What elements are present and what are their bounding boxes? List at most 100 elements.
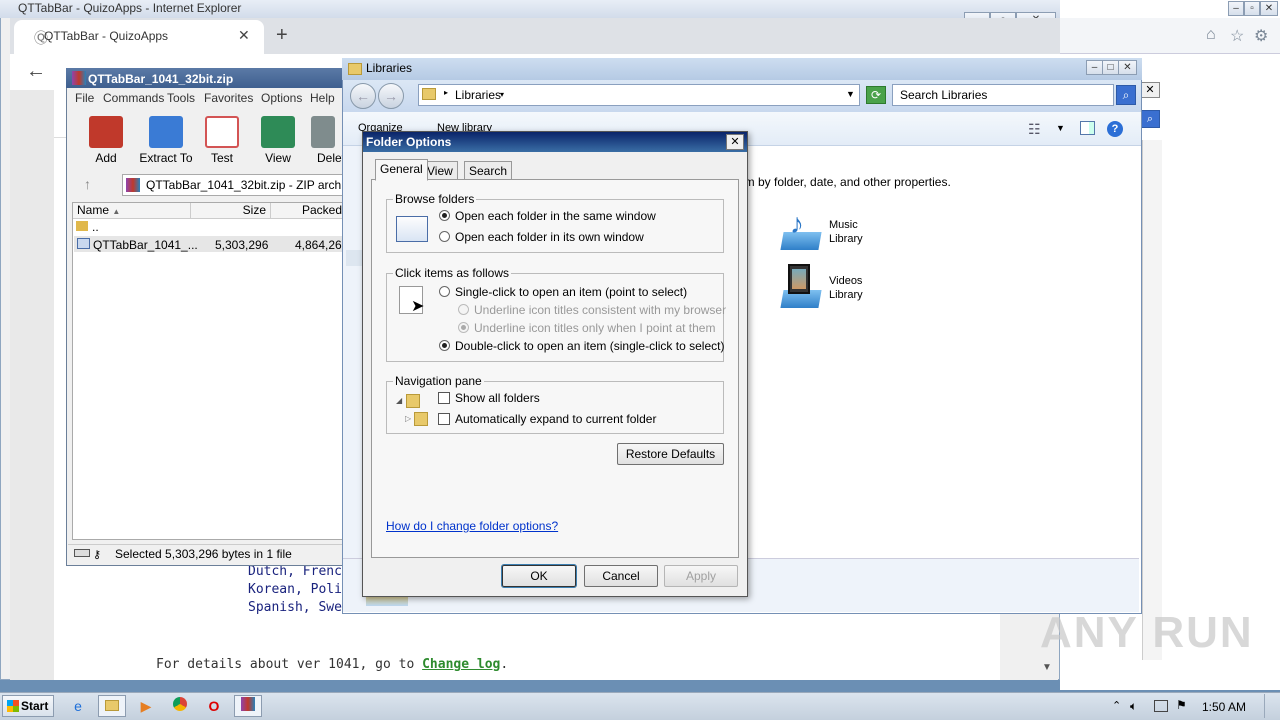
explorer-taskbar-icon[interactable]	[98, 695, 126, 717]
videos-library-name[interactable]: Videos	[829, 274, 862, 288]
menu-help[interactable]: Help	[310, 91, 335, 105]
address-dropdown-icon[interactable]: ▾	[500, 90, 504, 99]
zip-file-icon	[126, 178, 140, 192]
winrar-taskbar-icon[interactable]	[234, 695, 262, 717]
row-name: QTTabBar_1041_...	[93, 238, 198, 252]
radio-double-click[interactable]	[439, 340, 450, 351]
browse-folders-group	[386, 199, 724, 253]
parent-folder-icon	[76, 221, 88, 231]
double-click-label[interactable]: Double-click to open an item (single-cli…	[455, 339, 724, 353]
ok-button[interactable]: OK	[501, 564, 577, 588]
single-click-label[interactable]: Single-click to open an item (point to s…	[455, 285, 687, 299]
add-archive-icon	[89, 116, 123, 148]
delete-button[interactable]: Delet	[300, 116, 346, 172]
taskbar-clock[interactable]: 1:50 AM	[1202, 700, 1246, 714]
help-link[interactable]: How do I change folder options?	[386, 519, 558, 533]
view-options-icon[interactable]: ☷	[1028, 121, 1041, 138]
row-size: 5,303,296	[215, 238, 269, 252]
new-tab-button[interactable]: +	[276, 24, 288, 47]
preview-pane-icon[interactable]	[1080, 121, 1095, 135]
restore-defaults-button[interactable]: Restore Defaults	[617, 443, 724, 465]
libraries-folder-icon	[348, 63, 362, 75]
scroll-down-arrow-icon[interactable]: ▼	[1042, 662, 1052, 673]
back-arrow-icon[interactable]: ←	[26, 60, 46, 83]
tab-general[interactable]: General	[375, 159, 428, 181]
address-text: Libraries	[455, 88, 502, 102]
column-packed-header[interactable]: Packed	[271, 203, 345, 219]
menu-commands[interactable]: Commands	[103, 91, 164, 105]
menu-options[interactable]: Options	[261, 91, 302, 105]
radio-own-window[interactable]	[439, 231, 450, 242]
lib-forward-icon[interactable]: →	[378, 83, 404, 109]
ie-taskbar-icon[interactable]: e	[64, 695, 92, 717]
status-text: Selected 5,303,296 bytes in 1 file	[115, 547, 292, 561]
sort-up-icon: ▲	[112, 207, 121, 216]
media-player-taskbar-icon[interactable]: ▶	[132, 695, 160, 717]
lib-minimize-button[interactable]: –	[1086, 60, 1103, 75]
auto-expand-label[interactable]: Automatically expand to current folder	[455, 412, 656, 426]
outer-minimize-button[interactable]: –	[1228, 1, 1244, 16]
outer-close-button[interactable]: ✕	[1260, 1, 1278, 16]
up-arrow-icon[interactable]: ↑	[84, 176, 91, 192]
add-button[interactable]: Add	[74, 116, 138, 172]
tray-expand-icon[interactable]: ⌃	[1112, 699, 1121, 712]
show-all-folders-checkbox[interactable]	[438, 392, 450, 404]
show-desktop-button[interactable]	[1264, 694, 1278, 718]
tab-search[interactable]: Search	[464, 161, 513, 181]
menu-file[interactable]: File	[75, 91, 94, 105]
settings-gear-icon[interactable]: ⚙	[1254, 26, 1268, 46]
cancel-button[interactable]: Cancel	[584, 565, 658, 587]
test-button[interactable]: Test	[190, 116, 254, 172]
search-icon[interactable]: ⌕	[1116, 85, 1136, 105]
details-text: For details about ver 1041, go to Change…	[156, 657, 508, 672]
show-all-folders-label[interactable]: Show all folders	[455, 391, 540, 405]
table-row[interactable]: ..	[92, 220, 99, 234]
navigation-pane-group	[386, 381, 724, 434]
menu-favorites[interactable]: Favorites	[204, 91, 253, 105]
refresh-icon[interactable]: ⟳	[866, 86, 886, 104]
tree-collapsed-icon: ▷	[405, 414, 412, 423]
column-name-header[interactable]: Name ▲	[73, 203, 191, 219]
opera-taskbar-icon[interactable]: O	[200, 695, 228, 717]
action-center-flag-icon[interactable]: ⚑	[1176, 698, 1187, 712]
auto-expand-checkbox[interactable]	[438, 413, 450, 425]
own-window-label[interactable]: Open each folder in its own window	[455, 230, 644, 244]
ie-window-title: QTTabBar - QuizoApps - Internet Explorer	[18, 1, 242, 15]
home-icon[interactable]: ⌂	[1206, 26, 1216, 44]
nav-pane-selected[interactable]	[346, 250, 362, 266]
menu-tools[interactable]: Tools	[167, 91, 195, 105]
anyrun-watermark: ANY RUN	[1040, 608, 1254, 657]
volume-icon[interactable]: 🔈︎	[1130, 699, 1137, 714]
lib-back-icon[interactable]: ←	[350, 83, 376, 109]
music-library-name[interactable]: Music	[829, 218, 858, 232]
tab-close-icon[interactable]: ✕	[238, 27, 250, 44]
test-clipboard-icon	[205, 116, 239, 148]
address-history-icon[interactable]: ▼	[846, 89, 855, 99]
column-name-label: Name	[77, 203, 110, 217]
videos-library-icon[interactable]	[778, 264, 822, 310]
apply-button: Apply	[664, 565, 738, 587]
side-search-icon[interactable]: ⌕	[1140, 110, 1160, 128]
help-icon[interactable]: ?	[1107, 121, 1123, 137]
start-button[interactable]: Start	[2, 695, 54, 717]
column-size-header[interactable]: Size	[191, 203, 271, 219]
music-library-icon[interactable]: ♪	[778, 208, 822, 252]
outer-restore-button[interactable]: ▫	[1244, 1, 1260, 16]
address-chevron-icon[interactable]: ▸	[444, 88, 448, 97]
changelog-link[interactable]: Change log	[422, 657, 500, 672]
search-placeholder: Search Libraries	[900, 88, 988, 102]
archive-path-text: QTTabBar_1041_32bit.zip - ZIP archive,	[146, 178, 360, 192]
extract-to-label: Extract To	[139, 151, 193, 165]
same-window-label[interactable]: Open each folder in the same window	[455, 209, 656, 223]
radio-same-window[interactable]	[439, 210, 450, 221]
extract-to-button[interactable]: Extract To	[134, 116, 198, 172]
chrome-taskbar-icon[interactable]	[166, 695, 194, 717]
lib-close-button[interactable]: ✕	[1118, 60, 1137, 75]
radio-single-click[interactable]	[439, 286, 450, 297]
favorites-star-icon[interactable]: ☆	[1230, 26, 1244, 46]
lib-maximize-button[interactable]: □	[1102, 60, 1119, 75]
network-icon[interactable]	[1154, 700, 1168, 712]
side-panel-close-icon[interactable]: ✕	[1140, 82, 1160, 98]
dialog-close-button[interactable]: ✕	[726, 134, 744, 150]
view-dropdown-icon[interactable]: ▼	[1056, 123, 1065, 133]
